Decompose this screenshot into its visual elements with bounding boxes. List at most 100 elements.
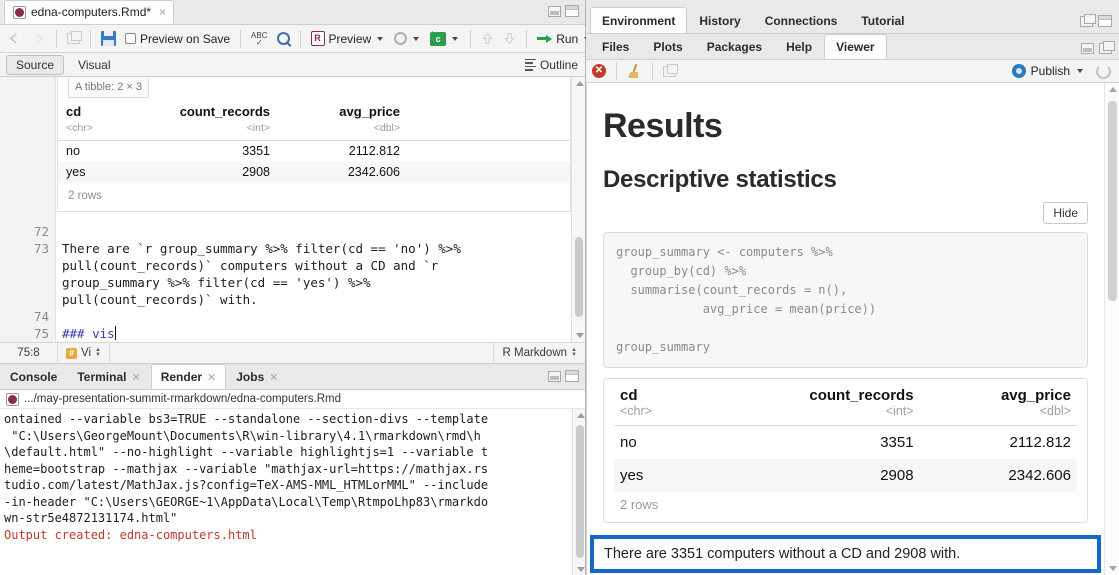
restore-icon[interactable]: [1099, 41, 1115, 54]
scope-selector[interactable]: # Vi ▲ ▼: [58, 342, 110, 364]
forward-button[interactable]: [28, 29, 49, 48]
restore-icon[interactable]: [1080, 13, 1096, 27]
column-header-count-records: count_records: [809, 387, 914, 404]
find-button[interactable]: [274, 30, 293, 47]
chevron-down-icon[interactable]: [377, 36, 384, 41]
scroll-down-arrow-icon[interactable]: [1108, 566, 1117, 571]
column-type-avg-price: <dbl>: [919, 404, 1077, 426]
scroll-up-arrow-icon[interactable]: [577, 413, 585, 418]
source-window-controls: [548, 5, 579, 17]
save-button[interactable]: [98, 29, 119, 48]
hide-button-row: Hide: [603, 202, 1088, 224]
scrollbar-thumb[interactable]: [575, 237, 583, 317]
visual-mode-button[interactable]: Visual: [68, 55, 120, 75]
column-header-count-records: count_records: [179, 104, 270, 119]
source-tabstrip: edna-computers.Rmd* ×: [0, 0, 585, 25]
tab-viewer[interactable]: Viewer: [824, 34, 887, 59]
column-type-cd: <chr>: [614, 404, 735, 426]
column-type-avg-price: <dbl>: [278, 120, 408, 141]
scroll-up-arrow-icon[interactable]: [1108, 87, 1117, 92]
chevron-down-icon[interactable]: [452, 36, 459, 41]
tab-environment-label: Environment: [602, 13, 676, 28]
code-line-73c: group_summary %>% filter(cd == 'yes') %>…: [62, 275, 371, 290]
console-vertical-scrollbar[interactable]: [572, 409, 585, 575]
code-editor[interactable]: 72 73 74 75 A tibble: 2 × 3 cd count_rec…: [0, 77, 585, 342]
scroll-down-arrow-icon[interactable]: [577, 567, 585, 572]
tab-packages[interactable]: Packages: [695, 34, 774, 59]
divider: [56, 29, 57, 48]
settings-button[interactable]: [391, 30, 424, 47]
scrollbar-thumb[interactable]: [576, 425, 584, 558]
maximize-icon[interactable]: [565, 370, 579, 382]
code-text-area[interactable]: A tibble: 2 × 3 cd count_records avg_pri…: [56, 77, 585, 342]
minimize-icon[interactable]: [548, 5, 561, 17]
spellcheck-button[interactable]: ABC ✓: [248, 30, 270, 48]
spinner-icon[interactable]: ▲ ▼: [95, 347, 101, 358]
tab-jobs-label: Jobs: [236, 370, 265, 384]
preview-on-save-checkbox[interactable]: Preview on Save: [122, 30, 233, 48]
source-mode-button[interactable]: Source: [6, 54, 65, 75]
close-icon[interactable]: ✕: [207, 371, 216, 384]
tab-render[interactable]: Render ✕: [150, 364, 227, 389]
tibble-caption: A tibble: 2 × 3: [68, 78, 149, 98]
table-row-count: 2 rows: [68, 190, 102, 202]
cell-avg-price: 2342.606: [278, 162, 408, 183]
broom-icon[interactable]: [627, 63, 642, 78]
insert-chunk-button[interactable]: c: [427, 28, 463, 48]
maximize-icon[interactable]: [565, 5, 579, 17]
tab-tutorial[interactable]: Tutorial: [849, 7, 916, 33]
table-header-row: cd count_records avg_price: [58, 102, 570, 120]
spinner-icon[interactable]: ▲ ▼: [571, 347, 577, 358]
tab-history[interactable]: History: [687, 7, 752, 33]
back-button[interactable]: [4, 29, 25, 48]
viewer-vertical-scrollbar[interactable]: [1104, 83, 1119, 575]
editor-vertical-scrollbar[interactable]: [571, 77, 585, 342]
close-icon[interactable]: ×: [159, 6, 166, 18]
tab-environment[interactable]: Environment: [590, 7, 688, 33]
tab-plots[interactable]: Plots: [641, 34, 694, 59]
hide-button[interactable]: Hide: [1043, 202, 1088, 224]
tab-connections[interactable]: Connections: [753, 7, 850, 33]
code-line-73b: pull(count_records)` computers without a…: [62, 258, 439, 273]
line-number-gutter: 72 73 74 75: [0, 77, 56, 342]
console-tabstrip: Console Terminal ✕ Render ✕ Jobs ✕: [0, 364, 585, 390]
tab-help[interactable]: Help: [774, 34, 824, 59]
line-number: 73: [33, 241, 49, 256]
tab-jobs[interactable]: Jobs ✕: [226, 364, 288, 389]
chevron-down-icon[interactable]: [413, 36, 420, 41]
render-output[interactable]: ontained --variable bs3=TRUE --standalon…: [0, 409, 585, 575]
scroll-up-arrow-icon[interactable]: [576, 81, 584, 86]
rendered-output-table: cd count_records avg_price <chr> <int> <…: [614, 379, 1077, 492]
show-in-new-window-button[interactable]: [64, 31, 83, 46]
scrollbar-thumb[interactable]: [1108, 101, 1117, 301]
preview-button[interactable]: R Preview: [308, 29, 389, 48]
minimize-icon[interactable]: [548, 370, 561, 382]
text-cursor: [114, 326, 116, 340]
document-tab-label: edna-computers.Rmd*: [31, 5, 152, 19]
maximize-icon[interactable]: [1098, 15, 1112, 27]
chevron-down-icon[interactable]: [1077, 69, 1083, 73]
previous-chunk-button[interactable]: [478, 29, 497, 48]
tab-terminal[interactable]: Terminal ✕: [67, 364, 150, 389]
cell-avg-price: 2112.812: [1009, 434, 1071, 451]
next-chunk-button[interactable]: [500, 29, 519, 48]
outline-icon: [524, 58, 536, 71]
tab-console[interactable]: Console: [0, 364, 67, 389]
publish-button[interactable]: Publish: [1011, 64, 1085, 78]
refresh-icon[interactable]: [1096, 63, 1111, 79]
document-tab-edna-computers[interactable]: edna-computers.Rmd* ×: [4, 0, 175, 24]
save-icon: [101, 31, 116, 46]
preview-label: Preview: [328, 31, 372, 46]
minimize-icon[interactable]: [1081, 43, 1094, 54]
close-icon[interactable]: ✕: [269, 371, 278, 384]
viewer-content[interactable]: approximately normal we will conduct the…: [586, 83, 1119, 575]
inline-output-table: cd count_records avg_price <chr> <int> <…: [58, 102, 570, 183]
filetype-selector[interactable]: R Markdown ▲ ▼: [493, 342, 585, 364]
stop-icon[interactable]: ✕: [592, 64, 606, 78]
outline-button[interactable]: Outline: [524, 58, 578, 72]
scroll-down-arrow-icon[interactable]: [576, 333, 584, 338]
tab-files[interactable]: Files: [590, 34, 641, 59]
line-number: 72: [33, 224, 49, 239]
show-in-new-window-icon[interactable]: [663, 63, 678, 77]
close-icon[interactable]: ✕: [131, 371, 140, 384]
